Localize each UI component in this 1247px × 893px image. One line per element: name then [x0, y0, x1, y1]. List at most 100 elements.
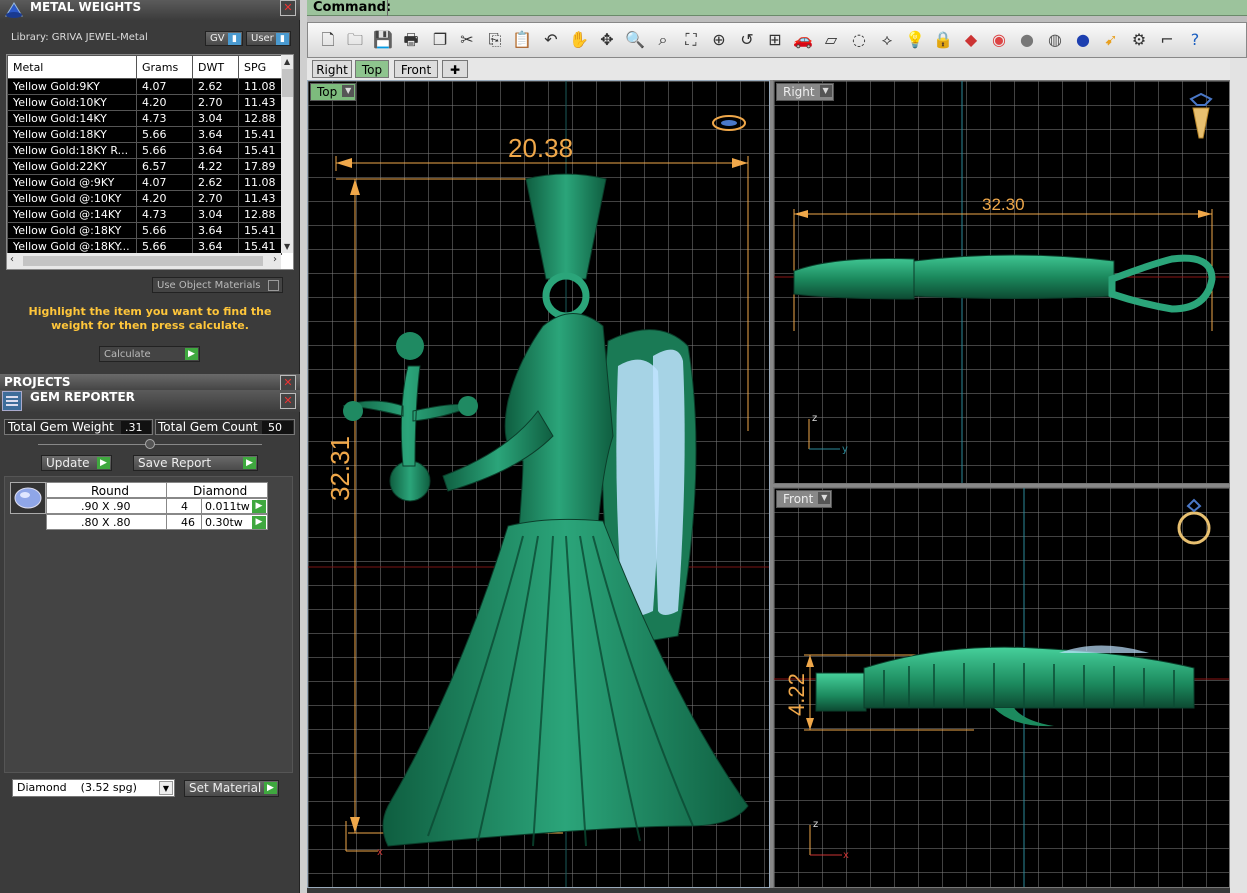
table-row[interactable]: Yellow Gold @:10KY 4.20 2.70 11.43	[7, 190, 282, 207]
dimension-icon[interactable]: ⌐	[1156, 29, 1178, 51]
grid-snap-icon[interactable]: ◌	[848, 29, 870, 51]
options-gear-icon[interactable]: ⚙	[1128, 29, 1150, 51]
select-gem-arrow-icon[interactable]: ▶	[252, 516, 266, 529]
panel-splitter[interactable]	[300, 0, 307, 893]
metal-name-cell: Yellow Gold:18KY	[7, 126, 137, 143]
four-viewports-icon[interactable]: ⊞	[764, 29, 786, 51]
projects-header[interactable]: PROJECTS ✕	[0, 374, 300, 391]
metal-name-cell: Yellow Gold @:18KY	[7, 222, 137, 239]
layer-icon[interactable]: ◆	[960, 29, 982, 51]
help-icon[interactable]: ?	[1184, 29, 1206, 51]
table-row[interactable]: Yellow Gold:22KY 6.57 4.22 17.89	[7, 158, 282, 175]
spg-cell: 11.43	[238, 94, 282, 111]
use-object-materials-checkbox[interactable]: Use Object Materials	[152, 277, 283, 293]
add-tab-icon[interactable]: ✚	[442, 60, 468, 78]
table-row[interactable]: Yellow Gold:18KY 5.66 3.64 15.41	[7, 126, 282, 143]
tab-top[interactable]: Top	[355, 60, 389, 78]
table-row[interactable]: Yellow Gold:9KY 4.07 2.62 11.08	[7, 78, 282, 95]
table-row[interactable]: Yellow Gold @:9KY 4.07 2.62 11.08	[7, 174, 282, 191]
viewport-right[interactable]: Right ▼ z y 32.30	[773, 80, 1230, 484]
update-button[interactable]: Update ▶	[41, 455, 112, 471]
gem-thumbnail[interactable]	[10, 482, 46, 514]
total-gem-count-label: Total Gem Count	[158, 420, 258, 434]
col-diamond: Diamond	[193, 484, 248, 498]
zoom-extents-icon[interactable]: ⛶	[680, 29, 702, 51]
select-gem-arrow-icon[interactable]: ▶	[252, 500, 266, 513]
pan-hand-icon[interactable]: ✋	[568, 29, 590, 51]
chevron-down-icon[interactable]: ▼	[159, 781, 173, 795]
table-row[interactable]: Yellow Gold:18KY R... 5.66 3.64 15.41	[7, 142, 282, 159]
lock-icon[interactable]: 🔒	[932, 29, 954, 51]
osnap-icon[interactable]: ⟡	[876, 29, 898, 51]
col-grams[interactable]: Grams	[136, 55, 193, 79]
wireframe-sphere-icon[interactable]: ●	[1016, 29, 1038, 51]
user-button[interactable]: User ▮	[246, 31, 291, 46]
gem-reporter-header: GEM REPORTER ✕	[0, 390, 300, 412]
metal-name-cell: Yellow Gold:14KY	[7, 110, 137, 127]
grams-cell: 6.57	[136, 158, 193, 175]
set-material-button[interactable]: Set Material ▶	[184, 780, 279, 797]
total-gem-weight-value: .31	[121, 421, 151, 434]
construction-plane-icon[interactable]: ▱	[820, 29, 842, 51]
viewport-top[interactable]: Top ▼ x 20.38 32.31	[307, 80, 770, 888]
zoom-icon[interactable]: 🔍	[624, 29, 646, 51]
save-report-button[interactable]: Save Report ▶	[133, 455, 258, 471]
user-label: User	[251, 33, 274, 44]
table-row[interactable]: Yellow Gold:10KY 4.20 2.70 11.43	[7, 94, 282, 111]
set-material-label: Set Material	[189, 781, 262, 795]
top-view-drawing: x	[308, 81, 769, 887]
total-gem-count-value: 50	[262, 421, 293, 434]
table-row[interactable]: Yellow Gold:14KY 4.73 3.04 12.88	[7, 110, 282, 127]
total-gem-weight-label: Total Gem Weight	[8, 420, 114, 434]
zoom-window-icon[interactable]: ⌕	[652, 29, 674, 51]
tab-front[interactable]: Front	[394, 60, 438, 78]
paste-icon[interactable]: 📋	[511, 29, 533, 51]
undo-view-icon[interactable]: ↺	[736, 29, 758, 51]
gem-reporter-close-icon[interactable]: ✕	[280, 393, 296, 409]
grams-cell: 5.66	[136, 126, 193, 143]
shaded-sphere-icon[interactable]: ◍	[1044, 29, 1066, 51]
column-separator	[166, 515, 167, 530]
new-file-icon[interactable]: 🗋	[317, 29, 339, 51]
gem-row[interactable]: .80 X .80 46 0.30tw ▶	[46, 514, 268, 530]
save-icon[interactable]: 💾	[372, 29, 394, 51]
col-spg[interactable]: SPG	[238, 55, 282, 79]
rotate-view-icon[interactable]: ✥	[596, 29, 618, 51]
gem-row[interactable]: .90 X .90 4 0.011tw ▶	[46, 498, 268, 514]
grams-cell: 4.73	[136, 206, 193, 223]
viewport-front[interactable]: Front ▼ z x 4.22	[773, 487, 1230, 888]
rendered-sphere-icon[interactable]: ●	[1072, 29, 1094, 51]
copy-to-clipboard-icon[interactable]: ❐	[429, 29, 451, 51]
svg-text:x: x	[843, 850, 849, 861]
table-row[interactable]: Yellow Gold @:14KY 4.73 3.04 12.88	[7, 206, 282, 223]
col-metal[interactable]: Metal	[7, 55, 137, 79]
dwt-cell: 2.70	[192, 94, 239, 111]
copy-icon[interactable]: ⎘	[484, 29, 506, 51]
open-folder-icon[interactable]: 🗀	[344, 29, 366, 51]
total-gem-count-field: Total Gem Count 50	[155, 419, 295, 435]
cut-icon[interactable]: ✂	[456, 29, 478, 51]
col-dwt[interactable]: DWT	[192, 55, 239, 79]
metal-name-cell: Yellow Gold @:14KY	[7, 206, 137, 223]
splitter-handle[interactable]	[145, 439, 155, 449]
car-icon[interactable]: 🚗	[792, 29, 814, 51]
undo-icon[interactable]: ↶	[540, 29, 562, 51]
projects-close-icon[interactable]: ✕	[280, 375, 296, 391]
dwt-cell: 3.64	[192, 222, 239, 239]
instruction-text: Highlight the item you want to find the …	[28, 305, 272, 332]
table-row[interactable]: Yellow Gold @:18KY 5.66 3.64 15.41	[7, 222, 282, 239]
vertical-scrollbar[interactable]: ▲ ▼	[281, 55, 293, 253]
horizontal-scrollbar[interactable]: ‹ ›	[7, 253, 281, 269]
color-wheel-icon[interactable]: ◉	[988, 29, 1010, 51]
tab-right[interactable]: Right	[312, 60, 352, 78]
material-select[interactable]: Diamond (3.52 spg) ▼	[12, 779, 175, 797]
gv-button[interactable]: GV ▮	[205, 31, 243, 46]
zoom-selected-icon[interactable]: ⊕	[708, 29, 730, 51]
metal-table: Metal Grams DWT SPG Yellow Gold:9KY 4.07 2…	[6, 54, 294, 270]
print-icon[interactable]: 🖶	[400, 29, 422, 51]
close-icon[interactable]: ✕	[280, 0, 296, 16]
light-bulb-icon[interactable]: 💡	[904, 29, 926, 51]
calculate-button[interactable]: Calculate ▶	[99, 346, 200, 362]
pointer-highlight-icon[interactable]: ➹	[1100, 29, 1122, 51]
command-bar[interactable]: Command:	[307, 0, 1247, 16]
